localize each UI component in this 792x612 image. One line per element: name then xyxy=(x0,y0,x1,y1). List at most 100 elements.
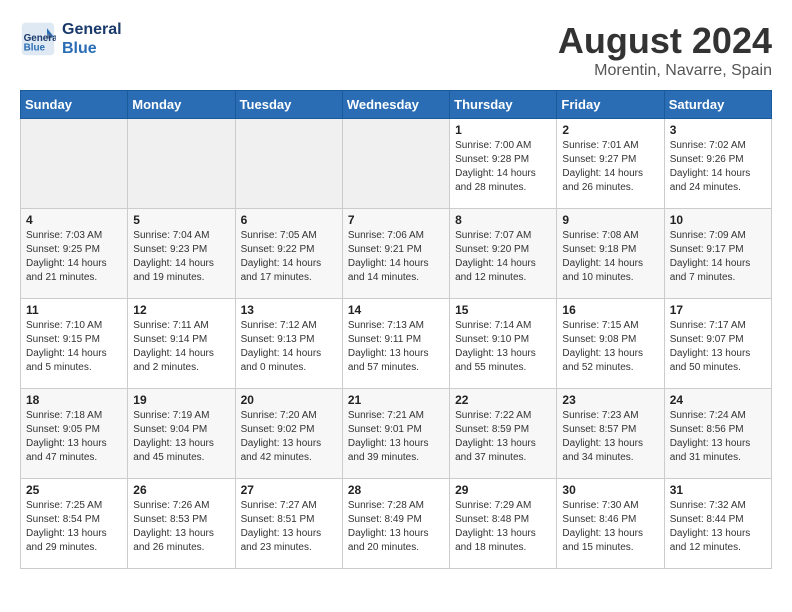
calendar-cell: 17 Sunrise: 7:17 AM Sunset: 9:07 PM Dayli… xyxy=(664,299,771,389)
calendar-week-row: 1 Sunrise: 7:00 AM Sunset: 9:28 PM Daylig… xyxy=(21,119,772,209)
day-info: Sunrise: 7:21 AM Sunset: 9:01 PM Dayligh… xyxy=(348,409,444,465)
day-info: Sunrise: 7:07 AM Sunset: 9:20 PM Dayligh… xyxy=(455,229,551,285)
day-number: 6 xyxy=(241,213,337,227)
day-info: Sunrise: 7:26 AM Sunset: 8:53 PM Dayligh… xyxy=(133,499,229,555)
day-number: 19 xyxy=(133,393,229,407)
day-number: 23 xyxy=(562,393,658,407)
day-info: Sunrise: 7:20 AM Sunset: 9:02 PM Dayligh… xyxy=(241,409,337,465)
weekday-header-row: SundayMondayTuesdayWednesdayThursdayFrid… xyxy=(21,91,772,119)
calendar-cell: 16Sunrise: 7:15 AM Sunset: 9:08 PM Dayli… xyxy=(557,299,664,389)
calendar-cell: 20 Sunrise: 7:20 AM Sunset: 9:02 PM Dayli… xyxy=(235,389,342,479)
day-number: 27 xyxy=(241,483,337,497)
day-number: 3 xyxy=(670,123,766,137)
calendar-cell: 1 Sunrise: 7:00 AM Sunset: 9:28 PM Daylig… xyxy=(450,119,557,209)
day-info: Sunrise: 7:17 AM Sunset: 9:07 PM Dayligh… xyxy=(670,319,766,375)
day-info: Sunrise: 7:22 AM Sunset: 8:59 PM Dayligh… xyxy=(455,409,551,465)
weekday-header: Saturday xyxy=(664,91,771,119)
day-info: Sunrise: 7:10 AM Sunset: 9:15 PM Dayligh… xyxy=(26,319,122,375)
day-info: Sunrise: 7:03 AM Sunset: 9:25 PM Dayligh… xyxy=(26,229,122,285)
day-number: 15 xyxy=(455,303,551,317)
calendar-cell: 3 Sunrise: 7:02 AM Sunset: 9:26 PM Daylig… xyxy=(664,119,771,209)
location: Morentin, Navarre, Spain xyxy=(558,62,772,80)
calendar-cell: 9Sunrise: 7:08 AM Sunset: 9:18 PM Daylig… xyxy=(557,209,664,299)
calendar-cell: 10 Sunrise: 7:09 AM Sunset: 9:17 PM Dayli… xyxy=(664,209,771,299)
day-number: 11 xyxy=(26,303,122,317)
day-number: 8 xyxy=(455,213,551,227)
page-header: General Blue General Blue August 2024 Mo… xyxy=(20,20,772,80)
calendar-cell xyxy=(235,119,342,209)
logo-text-line2: Blue xyxy=(62,39,122,58)
calendar-cell xyxy=(128,119,235,209)
calendar-cell: 27 Sunrise: 7:27 AM Sunset: 8:51 PM Dayli… xyxy=(235,479,342,569)
day-number: 7 xyxy=(348,213,444,227)
calendar-cell: 6 Sunrise: 7:05 AM Sunset: 9:22 PM Daylig… xyxy=(235,209,342,299)
day-number: 1 xyxy=(455,123,551,137)
day-info: Sunrise: 7:08 AM Sunset: 9:18 PM Dayligh… xyxy=(562,229,658,285)
calendar-body: 1 Sunrise: 7:00 AM Sunset: 9:28 PM Daylig… xyxy=(21,119,772,569)
calendar-cell xyxy=(21,119,128,209)
day-info: Sunrise: 7:27 AM Sunset: 8:51 PM Dayligh… xyxy=(241,499,337,555)
day-info: Sunrise: 7:11 AM Sunset: 9:14 PM Dayligh… xyxy=(133,319,229,375)
logo-text-line1: General xyxy=(62,20,122,39)
calendar-cell: 7 Sunrise: 7:06 AM Sunset: 9:21 PM Daylig… xyxy=(342,209,449,299)
day-number: 13 xyxy=(241,303,337,317)
calendar-cell: 24Sunrise: 7:24 AM Sunset: 8:56 PM Dayli… xyxy=(664,389,771,479)
day-number: 18 xyxy=(26,393,122,407)
calendar-cell: 18 Sunrise: 7:18 AM Sunset: 9:05 PM Dayli… xyxy=(21,389,128,479)
calendar-cell: 11 Sunrise: 7:10 AM Sunset: 9:15 PM Dayli… xyxy=(21,299,128,389)
day-info: Sunrise: 7:14 AM Sunset: 9:10 PM Dayligh… xyxy=(455,319,551,375)
logo: General Blue General Blue xyxy=(20,20,122,58)
day-number: 10 xyxy=(670,213,766,227)
calendar-cell: 23 Sunrise: 7:23 AM Sunset: 8:57 PM Dayli… xyxy=(557,389,664,479)
calendar-cell: 4Sunrise: 7:03 AM Sunset: 9:25 PM Daylig… xyxy=(21,209,128,299)
weekday-header: Sunday xyxy=(21,91,128,119)
day-info: Sunrise: 7:18 AM Sunset: 9:05 PM Dayligh… xyxy=(26,409,122,465)
day-info: Sunrise: 7:19 AM Sunset: 9:04 PM Dayligh… xyxy=(133,409,229,465)
day-info: Sunrise: 7:00 AM Sunset: 9:28 PM Dayligh… xyxy=(455,139,551,195)
day-info: Sunrise: 7:05 AM Sunset: 9:22 PM Dayligh… xyxy=(241,229,337,285)
calendar-cell: 22Sunrise: 7:22 AM Sunset: 8:59 PM Dayli… xyxy=(450,389,557,479)
calendar-cell: 31Sunrise: 7:32 AM Sunset: 8:44 PM Dayli… xyxy=(664,479,771,569)
day-info: Sunrise: 7:12 AM Sunset: 9:13 PM Dayligh… xyxy=(241,319,337,375)
svg-text:Blue: Blue xyxy=(24,43,46,54)
day-info: Sunrise: 7:28 AM Sunset: 8:49 PM Dayligh… xyxy=(348,499,444,555)
day-info: Sunrise: 7:01 AM Sunset: 9:27 PM Dayligh… xyxy=(562,139,658,195)
day-info: Sunrise: 7:06 AM Sunset: 9:21 PM Dayligh… xyxy=(348,229,444,285)
day-number: 25 xyxy=(26,483,122,497)
calendar-week-row: 11 Sunrise: 7:10 AM Sunset: 9:15 PM Dayli… xyxy=(21,299,772,389)
day-number: 24 xyxy=(670,393,766,407)
calendar-cell: 5 Sunrise: 7:04 AM Sunset: 9:23 PM Daylig… xyxy=(128,209,235,299)
calendar-cell: 26 Sunrise: 7:26 AM Sunset: 8:53 PM Dayli… xyxy=(128,479,235,569)
day-number: 29 xyxy=(455,483,551,497)
weekday-header: Monday xyxy=(128,91,235,119)
calendar-week-row: 18 Sunrise: 7:18 AM Sunset: 9:05 PM Dayli… xyxy=(21,389,772,479)
day-number: 2 xyxy=(562,123,658,137)
day-info: Sunrise: 7:23 AM Sunset: 8:57 PM Dayligh… xyxy=(562,409,658,465)
calendar-table: SundayMondayTuesdayWednesdayThursdayFrid… xyxy=(20,90,772,569)
calendar-cell: 29Sunrise: 7:29 AM Sunset: 8:48 PM Dayli… xyxy=(450,479,557,569)
day-number: 20 xyxy=(241,393,337,407)
calendar-cell: 8 Sunrise: 7:07 AM Sunset: 9:20 PM Daylig… xyxy=(450,209,557,299)
day-number: 21 xyxy=(348,393,444,407)
calendar-cell: 12 Sunrise: 7:11 AM Sunset: 9:14 PM Dayli… xyxy=(128,299,235,389)
day-number: 17 xyxy=(670,303,766,317)
weekday-header: Wednesday xyxy=(342,91,449,119)
calendar-week-row: 25Sunrise: 7:25 AM Sunset: 8:54 PM Dayli… xyxy=(21,479,772,569)
day-info: Sunrise: 7:30 AM Sunset: 8:46 PM Dayligh… xyxy=(562,499,658,555)
day-number: 26 xyxy=(133,483,229,497)
day-info: Sunrise: 7:02 AM Sunset: 9:26 PM Dayligh… xyxy=(670,139,766,195)
day-number: 14 xyxy=(348,303,444,317)
month-title: August 2024 xyxy=(558,20,772,62)
day-info: Sunrise: 7:09 AM Sunset: 9:17 PM Dayligh… xyxy=(670,229,766,285)
logo-icon: General Blue xyxy=(20,21,56,57)
day-number: 12 xyxy=(133,303,229,317)
calendar-week-row: 4Sunrise: 7:03 AM Sunset: 9:25 PM Daylig… xyxy=(21,209,772,299)
day-number: 5 xyxy=(133,213,229,227)
day-info: Sunrise: 7:13 AM Sunset: 9:11 PM Dayligh… xyxy=(348,319,444,375)
day-info: Sunrise: 7:04 AM Sunset: 9:23 PM Dayligh… xyxy=(133,229,229,285)
calendar-cell: 15 Sunrise: 7:14 AM Sunset: 9:10 PM Dayli… xyxy=(450,299,557,389)
calendar-cell: 21 Sunrise: 7:21 AM Sunset: 9:01 PM Dayli… xyxy=(342,389,449,479)
calendar-cell: 25Sunrise: 7:25 AM Sunset: 8:54 PM Dayli… xyxy=(21,479,128,569)
calendar-cell: 2 Sunrise: 7:01 AM Sunset: 9:27 PM Daylig… xyxy=(557,119,664,209)
title-area: August 2024 Morentin, Navarre, Spain xyxy=(558,20,772,80)
